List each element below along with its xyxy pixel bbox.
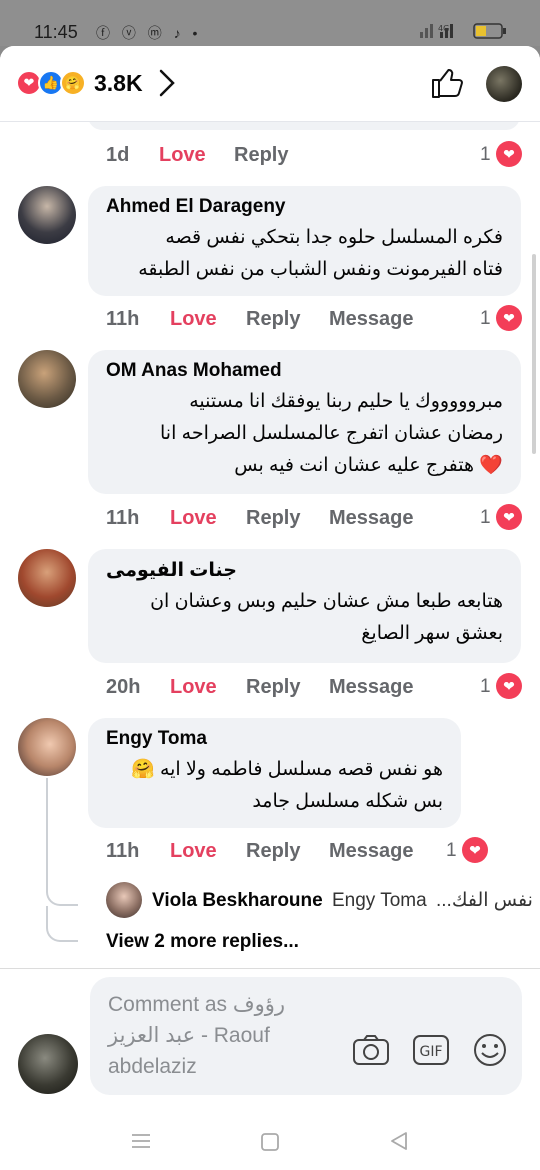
comment-input[interactable]: Comment as رؤوف عبد العزيز - Raouf abdel… xyxy=(90,977,522,1095)
reaction-count-small[interactable]: 1 xyxy=(480,676,491,698)
comment-bubble[interactable]: Engy Toma هو نفس قصه مسلسل فاطمه ولا ايه… xyxy=(88,718,461,828)
comment-text-line-content: هو نفس قصه مسلسل فاطمه ولا ايه xyxy=(159,759,443,780)
care-react-icon: 🤗 xyxy=(60,70,86,96)
message-action[interactable]: Message xyxy=(329,840,414,863)
gif-label: GIF xyxy=(419,1044,442,1060)
like-button-icon[interactable] xyxy=(430,66,464,105)
comment-time: 11h xyxy=(106,840,140,862)
message-action[interactable]: Message xyxy=(329,308,414,331)
reaction-count-small[interactable]: 1 xyxy=(480,308,491,330)
love-action[interactable]: Love xyxy=(170,507,217,530)
comment-text-line: هتابعه طبعا مش عشان حليم وبس وعشان ان xyxy=(150,591,503,612)
system-nav-bar xyxy=(0,1120,540,1170)
signal-battery-icon: 4G xyxy=(420,23,506,39)
status-app-icons: ⓕ ⓥ ⓜ ♪ • xyxy=(96,25,202,41)
comment-actions: 11h Love Reply Message xyxy=(106,840,436,870)
user-avatar[interactable] xyxy=(486,66,522,102)
status-bar: 11:45 ⓕ ⓥ ⓜ ♪ • 4G xyxy=(0,0,540,46)
comment-author[interactable]: Engy Toma xyxy=(106,728,443,750)
comment-text-line: بعشق سهر الصايغ xyxy=(361,623,503,644)
reply-preview[interactable]: Viola Beskharoune Engy Toma نفس الفك... xyxy=(152,889,533,912)
reaction-count-small[interactable]: 1 xyxy=(446,840,457,862)
comment-text-line: رمضان عشان اتفرج عالمسلسل الصراحه انا xyxy=(160,423,503,444)
love-action[interactable]: Love xyxy=(170,308,217,331)
reply-action[interactable]: Reply xyxy=(246,308,300,331)
comment-bubble[interactable]: Ahmed El Darageny فكره المسلسل حلوه جدا … xyxy=(88,186,521,296)
comment-author[interactable]: Ahmed El Darageny xyxy=(106,196,503,218)
status-network: 4G xyxy=(420,22,510,43)
love-react-icon: ❤ xyxy=(496,504,522,530)
reaction-count-small[interactable]: 1 xyxy=(480,144,491,166)
comment-text-line: بس شكله مسلسل جامد xyxy=(252,791,443,812)
love-react-icon: ❤ xyxy=(496,305,522,331)
comment-text-line-content: هتفرج عليه عشان انت فيه بس xyxy=(234,455,475,476)
comment-bubble[interactable]: OM Anas Mohamed مبروووووك يا حليم ربنا ي… xyxy=(88,350,521,494)
comment-author[interactable]: OM Anas Mohamed xyxy=(106,360,503,382)
comment-placeholder-line: عبد العزيز - Raouf xyxy=(108,1024,270,1047)
reply-action[interactable]: Reply xyxy=(234,144,288,167)
love-react-icon: ❤ xyxy=(496,141,522,167)
comment-actions: 11h Love Reply Message xyxy=(106,507,436,537)
love-react-icon: ❤ xyxy=(462,837,488,863)
view-more-replies[interactable]: View 2 more replies... xyxy=(106,931,299,953)
reactions-header: ❤ 👍 🤗 3.8K xyxy=(0,46,540,122)
home-nav-icon[interactable] xyxy=(260,1132,280,1157)
reply-action[interactable]: Reply xyxy=(246,840,300,863)
comment-placeholder: Comment as رؤوف عبد العزيز - Raouf abdel… xyxy=(108,989,348,1082)
avatar[interactable] xyxy=(18,549,76,607)
thread-line xyxy=(46,778,78,906)
comment-text-line: ❤️ هتفرج عليه عشان انت فيه بس xyxy=(106,450,503,482)
avatar[interactable] xyxy=(18,718,76,776)
message-action[interactable]: Message xyxy=(329,507,414,530)
gif-icon[interactable]: GIF xyxy=(412,1033,452,1072)
comment-placeholder-line: Comment as رؤوف xyxy=(108,993,286,1016)
comment-actions: 20h Love Reply Message xyxy=(106,676,436,706)
composer-divider xyxy=(0,968,540,969)
camera-icon[interactable] xyxy=(352,1033,390,1072)
heart-emoji-icon: ❤️ xyxy=(479,455,503,476)
love-react-icon: ❤ xyxy=(496,673,522,699)
comment-text-line: هو نفس قصه مسلسل فاطمه ولا ايه 🤗 xyxy=(106,754,443,786)
reply-text: نفس الفك... xyxy=(435,890,533,911)
comment-time: 1d xyxy=(106,144,130,166)
love-action[interactable]: Love xyxy=(159,144,206,167)
emoji-icon[interactable] xyxy=(472,1033,508,1072)
reaction-count-small[interactable]: 1 xyxy=(480,507,491,529)
reply-avatar[interactable] xyxy=(106,882,142,918)
chevron-right-icon[interactable] xyxy=(158,68,176,105)
comment-text-line: فكره المسلسل حلوه جدا بتحكي نفس قصه xyxy=(165,227,503,248)
composer-avatar xyxy=(18,1034,78,1094)
comment-bubble[interactable]: جنات الفيومى هتابعه طبعا مش عشان حليم وب… xyxy=(88,549,521,663)
menu-nav-icon[interactable] xyxy=(130,1132,152,1155)
back-nav-icon[interactable] xyxy=(388,1130,410,1157)
hugging-emoji-icon: 🤗 xyxy=(130,759,155,780)
comment-time: 20h xyxy=(106,676,141,698)
reply-author[interactable]: Viola Beskharoune xyxy=(152,890,323,911)
love-action[interactable]: Love xyxy=(170,676,217,699)
reply-action[interactable]: Reply xyxy=(246,676,300,699)
comments-sheet: ❤ 👍 🤗 3.8K 1d Love Reply 1 ❤ Ahmed El Da… xyxy=(0,46,540,1170)
previous-comment-actions: 1d Love Reply xyxy=(106,144,406,174)
comment-author[interactable]: جنات الفيومى xyxy=(106,559,503,582)
comment-time: 11h xyxy=(106,308,140,330)
comment-text-line: فتاه الفيرمونت ونفس الشباب من نفس الطبقه xyxy=(138,259,503,280)
avatar[interactable] xyxy=(18,350,76,408)
comment-actions: 11h Love Reply Message xyxy=(106,308,436,338)
thread-line xyxy=(46,906,78,942)
reply-mention[interactable]: Engy Toma xyxy=(332,890,427,911)
status-time: 11:45 xyxy=(34,22,78,42)
message-action[interactable]: Message xyxy=(329,676,414,699)
comment-time: 11h xyxy=(106,507,140,529)
scrollbar[interactable] xyxy=(532,254,536,454)
love-action[interactable]: Love xyxy=(170,840,217,863)
reaction-count[interactable]: 3.8K xyxy=(94,70,143,97)
comment-text-line: مبروووووك يا حليم ربنا يوفقك انا مستنيه xyxy=(189,391,503,412)
reply-action[interactable]: Reply xyxy=(246,507,300,530)
comment-placeholder-line: abdelaziz xyxy=(108,1055,197,1078)
avatar[interactable] xyxy=(18,186,76,244)
